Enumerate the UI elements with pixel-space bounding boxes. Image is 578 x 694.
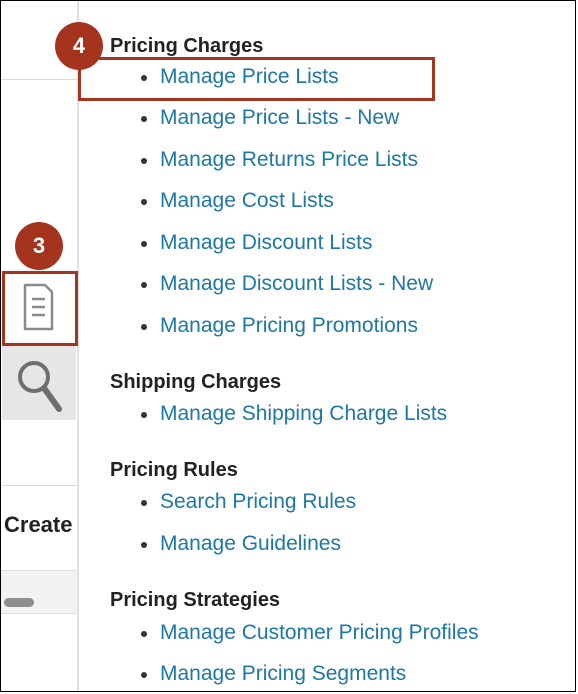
search-icon	[18, 361, 62, 412]
bullet	[141, 158, 147, 164]
link-manage-guidelines[interactable]: Manage Guidelines	[160, 532, 341, 556]
link-manage-discount-lists[interactable]: Manage Discount Lists	[160, 231, 372, 255]
step-badge-4: 4	[55, 22, 103, 70]
link-manage-pricing-promotions[interactable]: Manage Pricing Promotions	[160, 314, 418, 338]
link-manage-price-lists-new[interactable]: Manage Price Lists - New	[160, 106, 399, 130]
section-heading-shipping-charges: Shipping Charges	[110, 371, 282, 393]
link-manage-customer-pricing-profiles[interactable]: Manage Customer Pricing Profiles	[160, 621, 479, 645]
table-row	[1, 570, 77, 614]
section-heading-pricing-charges: Pricing Charges	[110, 35, 264, 57]
bullet	[141, 282, 147, 288]
bullet	[141, 631, 147, 637]
link-manage-discount-lists-new[interactable]: Manage Discount Lists - New	[160, 272, 433, 296]
bullet	[141, 324, 147, 330]
search-panel-tab[interactable]	[2, 346, 76, 420]
link-manage-returns-price-lists[interactable]: Manage Returns Price Lists	[160, 148, 418, 172]
callout-highlight-box-4	[78, 57, 435, 101]
divider	[1, 79, 77, 80]
bullet	[141, 542, 147, 548]
link-search-pricing-rules[interactable]: Search Pricing Rules	[160, 490, 356, 514]
bullet	[141, 199, 147, 205]
horizontal-scrollbar-thumb[interactable]	[4, 598, 34, 607]
section-heading-pricing-rules: Pricing Rules	[110, 459, 238, 481]
section-heading-pricing-strategies: Pricing Strategies	[110, 589, 281, 611]
bullet	[141, 500, 147, 506]
bullet	[141, 412, 147, 418]
link-manage-cost-lists[interactable]: Manage Cost Lists	[160, 189, 334, 213]
bullet	[141, 241, 147, 247]
callout-highlight-box-3	[2, 271, 78, 346]
screenshot-frame	[0, 0, 576, 692]
divider	[1, 485, 77, 486]
bullet	[141, 672, 147, 678]
bullet	[141, 116, 147, 122]
step-badge-3: 3	[15, 222, 63, 270]
created-column-header: Create	[4, 512, 73, 537]
link-manage-shipping-charge-lists[interactable]: Manage Shipping Charge Lists	[160, 402, 447, 426]
link-manage-pricing-segments[interactable]: Manage Pricing Segments	[160, 662, 406, 686]
